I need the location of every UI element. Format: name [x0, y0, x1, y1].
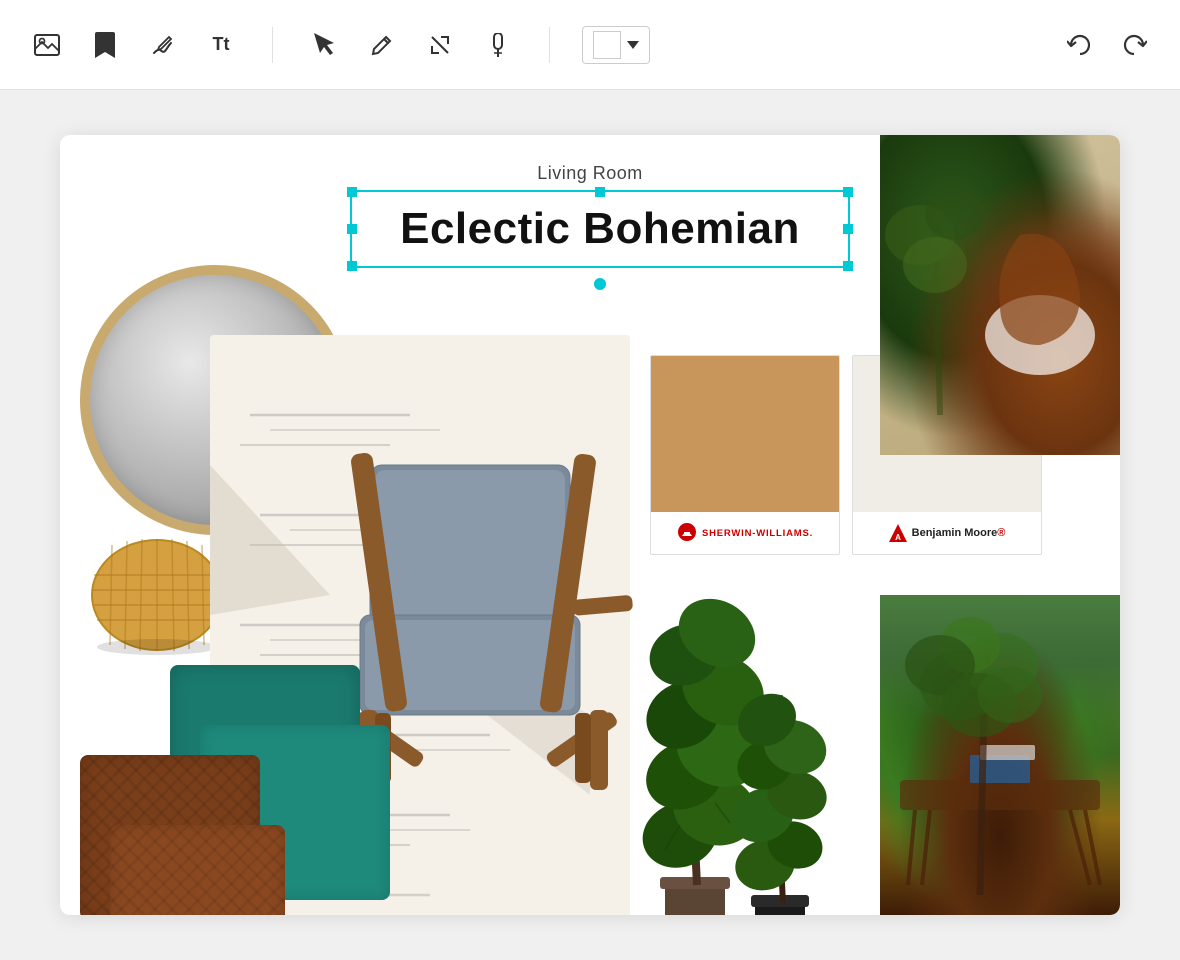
tool-group-middle: [305, 26, 517, 64]
bm-brand-bar: A Benjamin Moore®: [853, 512, 1041, 554]
sw-brand-bar: SHERWIN-WILLIAMS.: [651, 512, 839, 554]
color-swatch-preview: [593, 31, 621, 59]
resize-tool[interactable]: [421, 26, 459, 64]
pen-tool[interactable]: [479, 26, 517, 64]
divider-2: [549, 27, 550, 63]
room-photo-1: [880, 135, 1120, 455]
handle-ml[interactable]: [347, 224, 357, 234]
room-label: Living Room: [537, 163, 643, 184]
handle-tc[interactable]: [595, 187, 605, 197]
bm-logo: A Benjamin Moore®: [889, 524, 1006, 542]
canvas: Living Room Eclectic Bohemian: [0, 90, 1180, 960]
brush-tool[interactable]: [144, 26, 182, 64]
edit-tool[interactable]: [363, 26, 401, 64]
text-tool[interactable]: Tt: [202, 26, 240, 64]
sw-brand-name: SHERWIN-WILLIAMS.: [702, 528, 813, 539]
handle-mr[interactable]: [843, 224, 853, 234]
moodboard: Living Room Eclectic Bohemian: [60, 135, 1120, 915]
handle-tl[interactable]: [347, 187, 357, 197]
pointer-tool[interactable]: [305, 26, 343, 64]
sw-color-block: [651, 356, 839, 512]
svg-text:A: A: [895, 533, 901, 542]
connector-dot: [594, 278, 606, 290]
divider-1: [272, 27, 273, 63]
handle-br[interactable]: [843, 261, 853, 271]
sw-logo-icon: [677, 522, 697, 544]
tool-group-left: Tt: [28, 26, 240, 64]
room-photo-2: [880, 595, 1120, 915]
title-text-box[interactable]: Eclectic Bohemian: [350, 190, 850, 268]
bookmark-tool[interactable]: [86, 26, 124, 64]
sw-logo: SHERWIN-WILLIAMS.: [677, 522, 813, 544]
undo-redo-group: [1062, 27, 1152, 63]
plant-image: [635, 555, 865, 915]
color-picker-button[interactable]: [582, 26, 650, 64]
handle-bl[interactable]: [347, 261, 357, 271]
handle-tr[interactable]: [843, 187, 853, 197]
toolbar: Tt: [0, 0, 1180, 90]
undo-button[interactable]: [1062, 27, 1098, 63]
redo-button[interactable]: [1116, 27, 1152, 63]
image-tool[interactable]: [28, 26, 66, 64]
bm-logo-icon: A: [889, 524, 907, 542]
moodboard-title: Eclectic Bohemian: [400, 204, 800, 254]
pillow-brown-front: [110, 825, 285, 915]
bm-brand-name: Benjamin Moore®: [912, 527, 1006, 539]
paint-swatch-sw: SHERWIN-WILLIAMS.: [650, 355, 840, 555]
